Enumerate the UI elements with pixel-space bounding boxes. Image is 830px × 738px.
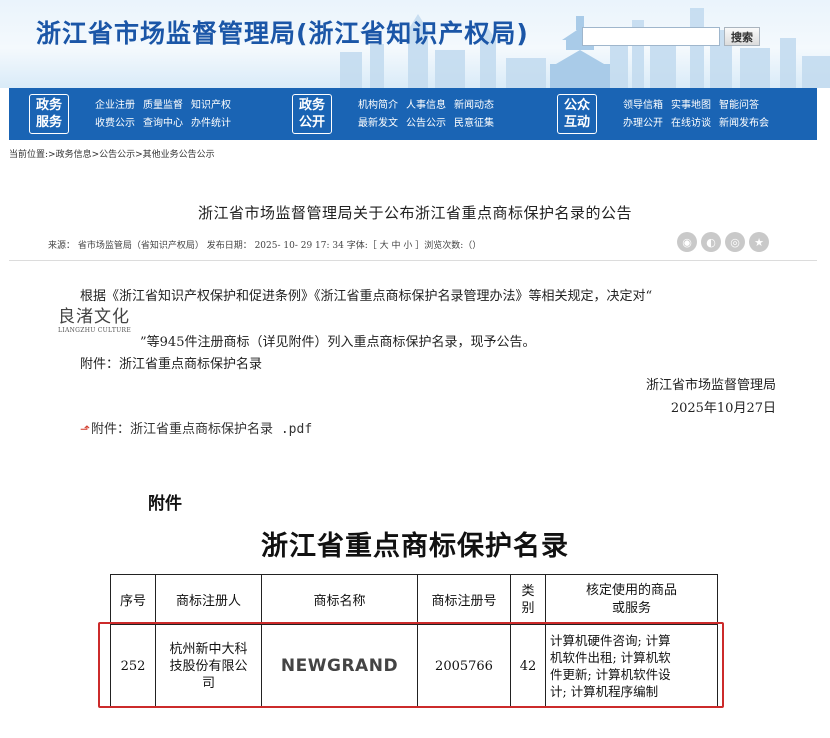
pdf-attachment-link[interactable]: ⬏附件：浙江省重点商标保护名录 .pdf: [80, 418, 312, 437]
article-meta: 来源： 省市场监管局（省知识产权局） 发布日期： 2025- 10- 29 17…: [48, 241, 482, 251]
nav-link[interactable]: 人事信息: [406, 97, 446, 115]
signature-date: 2025年10月27日: [670, 401, 776, 416]
cell-registrant: 杭州新中大科 技股份有限公 司: [155, 624, 262, 708]
nav-link[interactable]: 新闻发布会: [719, 115, 769, 133]
nav-badge-public[interactable]: 政务 公开: [292, 94, 332, 134]
signature-org: 浙江省市场监督管理局: [645, 378, 776, 393]
nav-link[interactable]: 实事地图: [671, 97, 711, 115]
qzone-icon[interactable]: ★: [749, 232, 769, 252]
nav-link[interactable]: 公告公示: [406, 115, 446, 133]
nav-links-public: 机构简介 人事信息 新闻动态 最新发文 公告公示 民意征集: [358, 97, 502, 133]
header-reg-no: 商标注册号: [417, 574, 511, 625]
table-header-row: 序号 商标注册人 商标名称 商标注册号 类 别 核定使用的商品 或服务: [110, 574, 718, 625]
search-button[interactable]: 搜索: [724, 27, 760, 46]
header-no: 序号: [110, 574, 156, 625]
document-attach-label: 附件: [148, 494, 182, 514]
article-paragraph-3: 附件：浙江省重点商标保护名录: [80, 357, 263, 372]
cell-goods: 计算机硬件咨询; 计算 机软件出租; 计算机软 件更新; 计算机软件设 计; 计…: [545, 624, 718, 708]
nav-link[interactable]: 查询中心: [143, 115, 183, 133]
header-mark-name: 商标名称: [261, 574, 418, 625]
cell-class: 42: [510, 624, 546, 708]
nav-link[interactable]: 企业注册: [95, 97, 135, 115]
attachment-label: 附件：浙江省重点商标保护名录 .pdf: [91, 422, 313, 437]
article-paragraph-2: ”等945件注册商标（详见附件）列入重点商标保护名录，现予公告。: [140, 335, 536, 350]
nav-link[interactable]: 机构简介: [358, 97, 398, 115]
nav-link[interactable]: 领导信箱: [623, 97, 663, 115]
nav-links-services: 企业注册 质量监督 知识产权 收费公示 查询中心 办件统计: [95, 97, 239, 133]
site-title: 浙江省市场监督管理局(浙江省知识产权局): [36, 19, 529, 48]
logo-cn-text: 良渚文化: [58, 307, 130, 327]
cell-reg-no: 2005766: [417, 624, 511, 708]
nav-badge-interaction[interactable]: 公众 互动: [557, 94, 597, 134]
divider: [9, 260, 817, 261]
logo-en-text: LIANGZHU CULTURE: [58, 327, 131, 334]
nav-link[interactable]: 办理公开: [623, 115, 663, 133]
main-nav: 政务 服务 企业注册 质量监督 知识产权 收费公示 查询中心 办件统计 政务 公开 机构…: [9, 88, 817, 140]
nav-link[interactable]: 新闻动态: [454, 97, 494, 115]
nav-link[interactable]: 收费公示: [95, 115, 135, 133]
nav-link[interactable]: 智能问答: [719, 97, 759, 115]
trademark-table: 序号 商标注册人 商标名称 商标注册号 类 别 核定使用的商品 或服务 252 …: [110, 574, 718, 708]
qq-icon[interactable]: ◐: [701, 232, 721, 252]
nav-link[interactable]: 质量监督: [143, 97, 183, 115]
newgrand-logo: NEWGRAND: [280, 656, 399, 676]
liangzhu-culture-logo: 良渚文化 LIANGZHU CULTURE: [58, 302, 131, 334]
nav-link[interactable]: 知识产权: [191, 97, 231, 115]
pdf-icon: ⬏: [80, 422, 91, 436]
weibo-icon[interactable]: ◉: [677, 232, 697, 252]
document-title: 浙江省重点商标保护名录: [261, 531, 569, 562]
wechat-icon[interactable]: ◎: [725, 232, 745, 252]
article-paragraph-1: 根据《浙江省知识产权保护和促进条例》《浙江省重点商标保护名录管理办法》等相关规定…: [80, 289, 653, 304]
table-row: 252 杭州新中大科 技股份有限公 司 NEWGRAND 2005766 42 …: [110, 624, 718, 708]
cell-no: 252: [110, 624, 156, 708]
header-goods: 核定使用的商品 或服务: [545, 574, 718, 625]
article-title: 浙江省市场监督管理局关于公布浙江省重点商标保护名录的公告: [197, 204, 632, 222]
nav-links-interaction: 领导信箱 实事地图 智能问答 办理公开 在线访谈 新闻发布会: [623, 97, 777, 133]
cell-mark: NEWGRAND: [261, 624, 418, 708]
nav-link[interactable]: 办件统计: [191, 115, 231, 133]
nav-link[interactable]: 民意征集: [454, 115, 494, 133]
share-bar: ◉ ◐ ◎ ★: [677, 232, 769, 252]
nav-link[interactable]: 在线访谈: [671, 115, 711, 133]
header-class: 类 别: [510, 574, 546, 625]
nav-link[interactable]: 最新发文: [358, 115, 398, 133]
header-registrant: 商标注册人: [155, 574, 262, 625]
search-input[interactable]: [582, 27, 720, 46]
breadcrumb[interactable]: 当前位置:>政务信息>公告公示>其他业务公告公示: [9, 147, 215, 160]
nav-badge-services[interactable]: 政务 服务: [29, 94, 69, 134]
